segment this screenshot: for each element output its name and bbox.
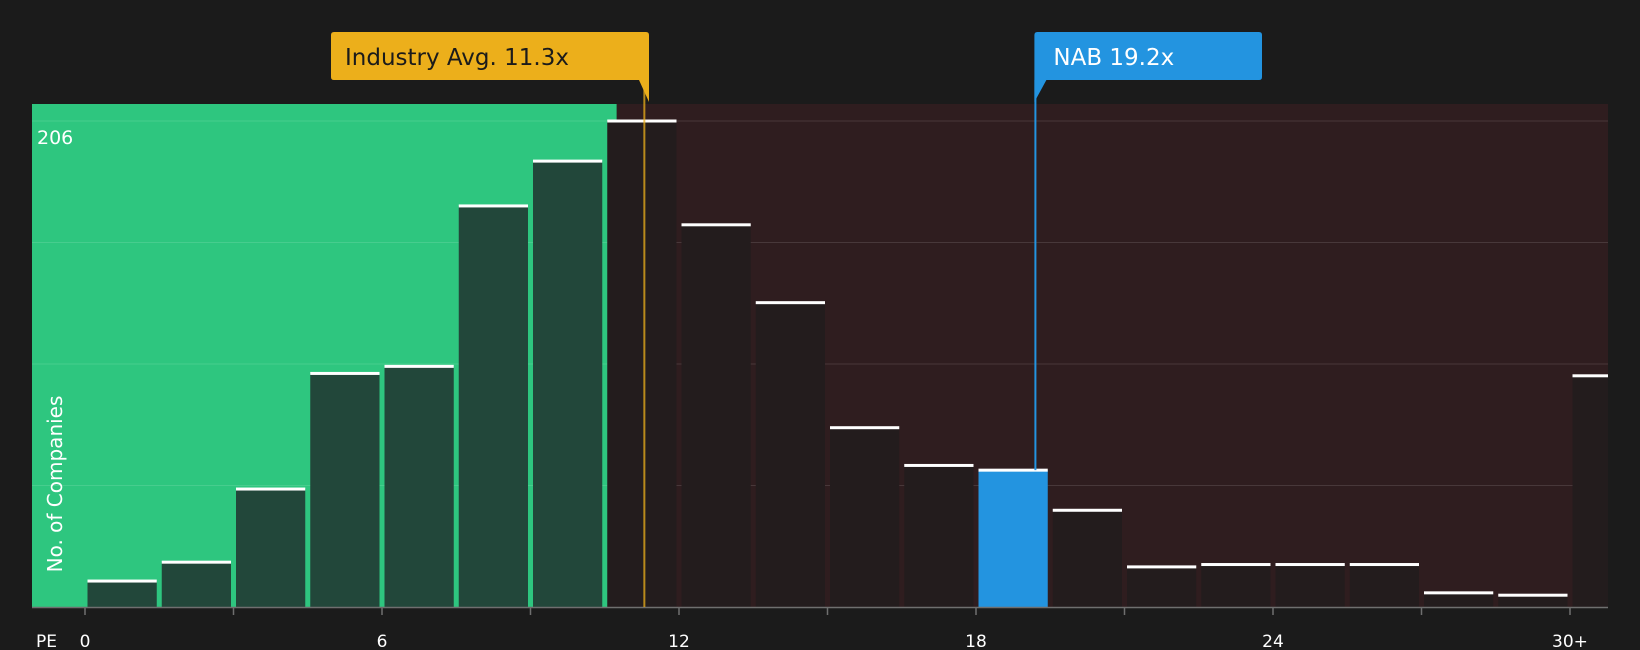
bar-11 [904, 465, 974, 607]
bar-cap-2 [236, 487, 306, 491]
bar-15 [1201, 564, 1271, 607]
company-label: NAB 19.2x [1053, 45, 1174, 71]
bar-6 [533, 161, 603, 607]
bar-cap-18 [1424, 591, 1494, 595]
bar-19 [1498, 595, 1568, 607]
bar-cap-3 [310, 371, 380, 375]
x-axis-label: PE [36, 632, 57, 650]
bar-cap-0 [87, 579, 157, 583]
bar-cap-1 [161, 560, 231, 564]
bar-cap-6 [533, 159, 603, 163]
y-max-label: 206 [37, 127, 73, 149]
bar-cap-13 [1052, 508, 1122, 512]
bar-5 [458, 205, 528, 607]
y-axis-label: No. of Companies [43, 396, 67, 573]
bar-8 [681, 224, 751, 607]
bar-0 [87, 581, 157, 607]
bar-cap-15 [1201, 563, 1271, 567]
bar-10 [830, 427, 900, 607]
x-tick-label-3: 18 [965, 632, 987, 650]
x-tick-label-2: 12 [668, 632, 690, 650]
pe-distribution-chart: 0 6 12 18 24 30+ Industry Avg. 11.3x NAB 19.2x… [0, 0, 1640, 650]
x-tick-label-5: 30+ [1552, 632, 1588, 650]
bar-cap-5 [458, 204, 528, 208]
bar-13 [1052, 510, 1122, 607]
bar-cap-17 [1349, 563, 1419, 567]
bar-cap-16 [1275, 563, 1345, 567]
bar-cap-10 [830, 426, 900, 430]
bar-9 [755, 302, 825, 607]
bar-14 [1127, 566, 1197, 607]
bar-cap-4 [384, 364, 454, 368]
bar-20 [1572, 375, 1608, 607]
bar-7 [607, 121, 677, 607]
bar-cap-20 [1572, 374, 1608, 378]
bar-17 [1349, 564, 1419, 607]
bar-4 [384, 366, 454, 607]
bar-cap-12 [978, 468, 1048, 472]
bar-cap-14 [1127, 565, 1197, 569]
bar-3 [310, 373, 380, 607]
bar-16 [1275, 564, 1345, 607]
bar-2 [236, 489, 306, 607]
bar-cap-7 [607, 119, 677, 123]
x-tick-label-1: 6 [377, 632, 388, 650]
x-tick-label-0: 0 [80, 632, 91, 650]
bar-12 [978, 470, 1048, 607]
bar-18 [1424, 592, 1494, 607]
industry-avg-label: Industry Avg. 11.3x [345, 45, 569, 71]
bar-cap-9 [755, 301, 825, 305]
bar-cap-19 [1498, 593, 1568, 597]
x-tick-label-4: 24 [1262, 632, 1284, 650]
bar-1 [161, 562, 231, 607]
bar-cap-11 [904, 463, 974, 467]
bar-cap-8 [681, 223, 751, 227]
